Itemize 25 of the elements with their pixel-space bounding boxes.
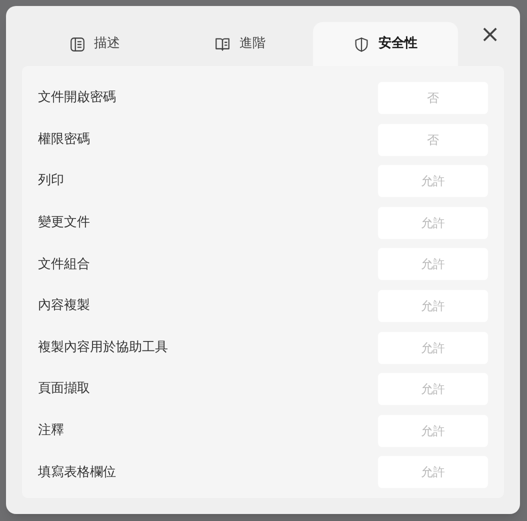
setting-label: 內容複製: [38, 297, 90, 316]
panel-icon: [69, 36, 86, 52]
value-field: 允許: [378, 373, 488, 406]
setting-label: 複製內容用於協助工具: [38, 338, 168, 357]
close-button[interactable]: ×: [478, 22, 502, 46]
book-icon: [214, 36, 232, 52]
setting-label: 變更文件: [38, 214, 90, 232]
setting-label: 文件開啟密碼: [38, 89, 116, 108]
value-field: 允許: [378, 414, 488, 447]
value-field: 允許: [378, 248, 488, 280]
setting-label: 頁面擷取: [38, 380, 90, 398]
value-field: 否: [378, 124, 488, 156]
setting-label: 填寫表格欄位: [38, 464, 116, 482]
value-field: 允許: [378, 290, 488, 322]
shield-icon: [353, 36, 370, 52]
value-field: 否: [378, 82, 488, 114]
value-field: 允許: [378, 456, 488, 488]
setting-label: 權限密碼: [38, 130, 90, 149]
tab[interactable]: 安全性: [312, 22, 458, 66]
value-field: 允許: [378, 165, 488, 198]
setting-label: 文件組合: [38, 256, 90, 274]
value-field: 允許: [378, 332, 488, 364]
setting-label: 列印: [38, 172, 64, 190]
setting-label: 注釋: [38, 422, 64, 440]
value-field: 允許: [378, 206, 488, 239]
